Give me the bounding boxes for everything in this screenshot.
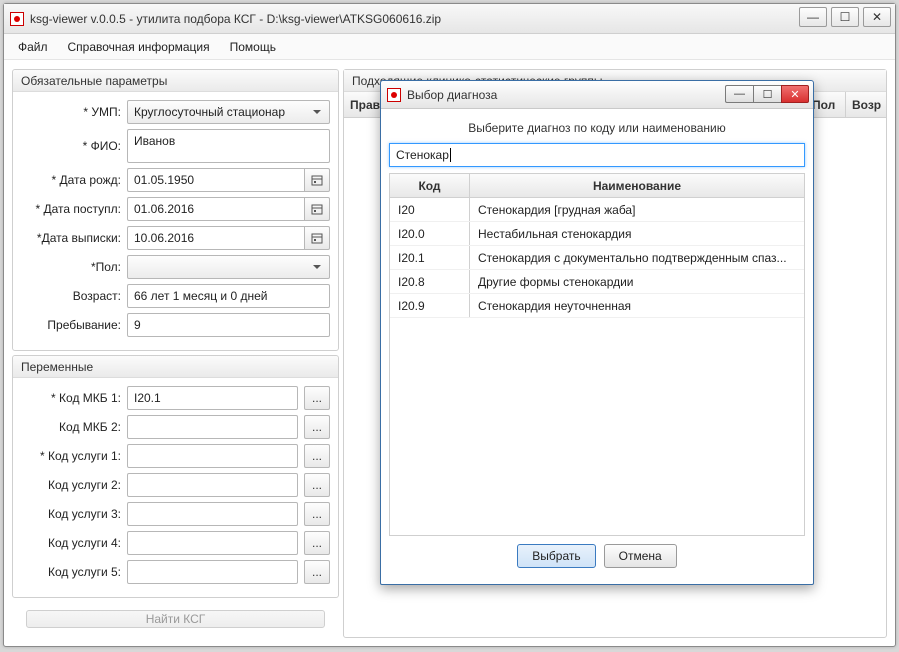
cell-code: I20.9 — [390, 294, 470, 317]
window-title: ksg-viewer v.0.0.5 - утилита подбора КСГ… — [30, 12, 441, 26]
srv1-label: * Код услуги 1: — [21, 449, 121, 463]
mkb1-input[interactable]: I20.1 — [127, 386, 298, 410]
birth-calendar-button[interactable] — [304, 168, 330, 192]
dialog-titlebar[interactable]: Выбор диагноза — ☐ ✕ — [381, 81, 813, 109]
menu-help[interactable]: Помощь — [230, 40, 276, 54]
srv4-label: Код услуги 4: — [21, 536, 121, 550]
table-row[interactable]: I20.1Стенокардия с документально подтвер… — [390, 246, 804, 270]
required-params-group: Обязательные параметры * УМП: Круглосуто… — [12, 69, 339, 351]
cell-code: I20.0 — [390, 222, 470, 245]
table-row[interactable]: I20Стенокардия [грудная жаба] — [390, 198, 804, 222]
select-button[interactable]: Выбрать — [517, 544, 595, 568]
table-row[interactable]: I20.8Другие формы стенокардии — [390, 270, 804, 294]
srv5-input[interactable] — [127, 560, 298, 584]
col-code[interactable]: Код — [390, 174, 470, 197]
dialog-app-icon — [387, 88, 401, 102]
age-input[interactable]: 66 лет 1 месяц и 0 дней — [127, 284, 330, 308]
mkb2-label: Код МКБ 2: — [21, 420, 121, 434]
arrive-label: * Дата поступл: — [21, 202, 121, 216]
arrive-calendar-button[interactable] — [304, 197, 330, 221]
srv5-browse-button[interactable]: ... — [304, 560, 330, 584]
cell-name: Стенокардия [грудная жаба] — [470, 198, 804, 221]
birth-input[interactable]: 01.05.1950 — [127, 168, 304, 192]
fio-input[interactable]: Иванов — [127, 129, 330, 163]
srv3-input[interactable] — [127, 502, 298, 526]
dialog-title: Выбор диагноза — [407, 88, 497, 102]
birth-label: * Дата рожд: — [21, 173, 121, 187]
table-row[interactable]: I20.0Нестабильная стенокардия — [390, 222, 804, 246]
left-panel: Обязательные параметры * УМП: Круглосуто… — [12, 69, 339, 638]
fio-label: * ФИО: — [21, 139, 121, 153]
mkb2-browse-button[interactable]: ... — [304, 415, 330, 439]
srv4-input[interactable] — [127, 531, 298, 555]
ump-label: * УМП: — [21, 105, 121, 119]
cell-name: Стенокардия с документально подтвержденн… — [470, 246, 804, 269]
menubar: Файл Справочная информация Помощь — [4, 34, 895, 60]
srv4-browse-button[interactable]: ... — [304, 531, 330, 555]
diagnosis-table: Код Наименование I20Стенокардия [грудная… — [389, 173, 805, 536]
srv1-input[interactable] — [127, 444, 298, 468]
mkb2-input[interactable] — [127, 415, 298, 439]
cell-name: Нестабильная стенокардия — [470, 222, 804, 245]
table-row[interactable]: I20.9Стенокардия неуточненная — [390, 294, 804, 318]
srv2-label: Код услуги 2: — [21, 478, 121, 492]
cell-name: Стенокардия неуточненная — [470, 294, 804, 317]
variables-group: Переменные * Код МКБ 1: I20.1 ... Код МК… — [12, 355, 339, 598]
discharge-label: *Дата выписки: — [21, 231, 121, 245]
titlebar[interactable]: ksg-viewer v.0.0.5 - утилита подбора КСГ… — [4, 4, 895, 34]
stay-input[interactable]: 9 — [127, 313, 330, 337]
srv3-browse-button[interactable]: ... — [304, 502, 330, 526]
dialog-maximize-button[interactable]: ☐ — [753, 85, 781, 103]
variables-caption: Переменные — [13, 356, 338, 378]
discharge-calendar-button[interactable] — [304, 226, 330, 250]
cell-code: I20.1 — [390, 246, 470, 269]
col-vozr[interactable]: Возр — [846, 92, 886, 117]
srv2-browse-button[interactable]: ... — [304, 473, 330, 497]
srv1-browse-button[interactable]: ... — [304, 444, 330, 468]
sex-dropdown[interactable] — [127, 255, 330, 279]
discharge-input[interactable]: 10.06.2016 — [127, 226, 304, 250]
app-icon — [10, 12, 24, 26]
col-name[interactable]: Наименование — [470, 174, 804, 197]
text-caret — [450, 148, 451, 162]
srv5-label: Код услуги 5: — [21, 565, 121, 579]
mkb1-label: * Код МКБ 1: — [21, 391, 121, 405]
menu-reference[interactable]: Справочная информация — [68, 40, 210, 54]
minimize-button[interactable]: — — [799, 7, 827, 27]
srv3-label: Код услуги 3: — [21, 507, 121, 521]
calendar-icon — [311, 203, 323, 215]
sex-label: *Пол: — [21, 260, 121, 274]
calendar-icon — [311, 174, 323, 186]
maximize-button[interactable]: ☐ — [831, 7, 859, 27]
cell-name: Другие формы стенокардии — [470, 270, 804, 293]
diagnosis-search-input[interactable]: Стенокар — [389, 143, 805, 167]
diagnosis-dialog: Выбор диагноза — ☐ ✕ Выберите диагноз по… — [380, 80, 814, 585]
cancel-button[interactable]: Отмена — [604, 544, 677, 568]
required-params-caption: Обязательные параметры — [13, 70, 338, 92]
dialog-minimize-button[interactable]: — — [725, 85, 753, 103]
mkb1-browse-button[interactable]: ... — [304, 386, 330, 410]
stay-label: Пребывание: — [21, 318, 121, 332]
dialog-instruction: Выберите диагноз по коду или наименовани… — [389, 117, 805, 143]
arrive-input[interactable]: 01.06.2016 — [127, 197, 304, 221]
cell-code: I20 — [390, 198, 470, 221]
ump-dropdown[interactable]: Круглосуточный стационар — [127, 100, 330, 124]
cell-code: I20.8 — [390, 270, 470, 293]
close-button[interactable]: ✕ — [863, 7, 891, 27]
find-ksg-button[interactable]: Найти КСГ — [26, 610, 325, 628]
age-label: Возраст: — [21, 289, 121, 303]
srv2-input[interactable] — [127, 473, 298, 497]
dialog-close-button[interactable]: ✕ — [781, 85, 809, 103]
calendar-icon — [311, 232, 323, 244]
search-value: Стенокар — [396, 148, 449, 162]
menu-file[interactable]: Файл — [18, 40, 48, 54]
